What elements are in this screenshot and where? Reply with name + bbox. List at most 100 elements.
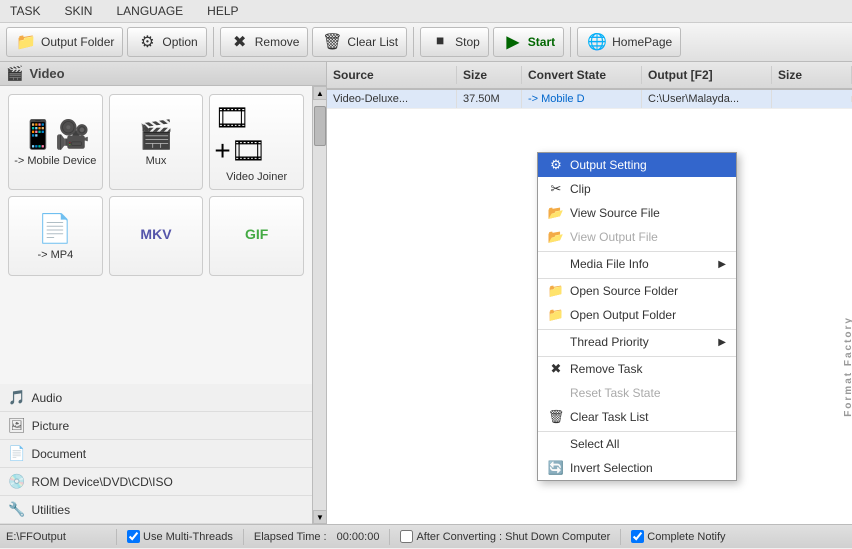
multithreads-checkbox-group: Use Multi-Threads [127,530,233,543]
video-icon: 🎬 [6,65,23,82]
cm-remove-task[interactable]: ✖ Remove Task [538,356,736,381]
cm-invert-selection-label: Invert Selection [570,461,653,475]
cm-view-output-label: View Output File [570,230,658,244]
cm-invert-selection[interactable]: 🔄 Invert Selection [538,456,736,480]
grid-cell-mobile[interactable]: 📱🎥 -> Mobile Device [8,94,103,190]
grid-cell-mux[interactable]: 🎬 Mux [109,94,204,190]
video-joiner-icon: 🎞+🎞 [214,101,299,167]
elapsed-label: Elapsed Time : [254,531,327,543]
reset-task-icon [548,385,564,401]
status-sep-4 [620,529,621,545]
category-document[interactable]: 📄 Document [0,440,312,468]
multithreads-checkbox[interactable] [127,530,140,543]
category-audio[interactable]: 🎵 Audio [0,384,312,412]
table-row[interactable]: Video-Deluxe... 37.50M -> Mobile D C:\Us… [327,90,852,109]
notify-checkbox[interactable] [631,530,644,543]
cm-output-setting[interactable]: ⚙ Output Setting [538,153,736,177]
status-sep-2 [243,529,244,545]
left-scrollbar[interactable]: ▲ ▼ [312,86,326,524]
cm-clip-label: Clip [570,182,591,196]
td-state: -> Mobile D [522,90,642,108]
option-button[interactable]: ⚙ Option [127,27,206,57]
main-content: 🎬 Video 📱🎥 -> Mobile Device 🎬 Mux 🎞+🎞 [0,62,852,524]
cm-open-source-folder[interactable]: 📁 Open Source Folder [538,278,736,303]
cm-select-all[interactable]: Select All [538,431,736,456]
picture-label: Picture [32,419,69,433]
scroll-down-button[interactable]: ▼ [313,510,326,524]
cm-open-output-folder[interactable]: 📁 Open Output Folder [538,303,736,327]
folder-icon: 📁 [15,31,37,53]
category-rom[interactable]: 💿 ROM Device\DVD\CD\ISO [0,468,312,496]
cm-select-all-label: Select All [570,437,619,451]
thread-priority-arrow: ▶ [718,337,726,348]
clear-list-button[interactable]: 🗑 Clear List [312,27,407,57]
scroll-thumb[interactable] [314,106,326,146]
thread-priority-icon [548,334,564,350]
toolbar-separator-2 [413,27,414,57]
output-setting-icon: ⚙ [548,157,564,173]
stop-label: Stop [455,35,480,49]
th-convert-state: Convert State [522,66,642,84]
toolbar: 📁 Output Folder ⚙ Option ✖ Remove 🗑 Clea… [0,23,852,62]
status-sep-3 [389,529,390,545]
output-folder-button[interactable]: 📁 Output Folder [6,27,123,57]
shutdown-checkbox[interactable] [400,530,413,543]
category-utilities[interactable]: 🔧 Utilities [0,496,312,524]
cm-clip[interactable]: ✂ Clip [538,177,736,201]
output-folder-label: Output Folder [41,35,114,49]
option-label: Option [162,35,197,49]
cm-open-output-folder-label: Open Output Folder [570,308,676,322]
media-info-icon [548,256,564,272]
start-button[interactable]: ▶ Start [493,27,564,57]
th-size2: Size [772,66,852,84]
homepage-icon: 🌐 [586,31,608,53]
cm-media-info-label: Media File Info [570,257,649,271]
menu-language[interactable]: LANGUAGE [110,2,189,20]
category-picture[interactable]: 🖼 Picture [0,412,312,440]
cm-thread-priority-label: Thread Priority [570,335,649,349]
cm-clear-task-list[interactable]: 🗑 Clear Task List [538,405,736,429]
mkv-icon: MKV [140,226,171,242]
cm-media-info[interactable]: Media File Info ▶ [538,251,736,276]
document-icon: 📄 [8,445,25,462]
grid-cell-gif[interactable]: GIF [209,196,304,276]
homepage-label: HomePage [612,35,672,49]
stop-button[interactable]: ⏹ Stop [420,27,489,57]
homepage-button[interactable]: 🌐 HomePage [577,27,681,57]
categories: 🎵 Audio 🖼 Picture 📄 Document 💿 ROM Devic… [0,384,312,524]
grid-cell-mp4[interactable]: 📄 -> MP4 [8,196,103,276]
menu-help[interactable]: HELP [201,2,244,20]
rom-icon: 💿 [8,473,25,490]
scroll-up-button[interactable]: ▲ [313,86,326,100]
grid-cell-joiner[interactable]: 🎞+🎞 Video Joiner [209,94,304,190]
clear-task-icon: 🗑 [548,409,564,425]
remove-icon: ✖ [229,31,251,53]
toolbar-separator-3 [570,27,571,57]
cm-view-source-label: View Source File [570,206,660,220]
clear-list-label: Clear List [347,35,398,49]
elapsed-value: 00:00:00 [337,531,380,543]
mux-label: Mux [146,155,167,167]
picture-icon: 🖼 [8,417,26,434]
remove-button[interactable]: ✖ Remove [220,27,309,57]
mobile-device-label: -> Mobile Device [14,155,96,167]
cm-thread-priority[interactable]: Thread Priority ▶ [538,329,736,354]
notify-checkbox-group: Complete Notify [631,530,725,543]
cm-view-source[interactable]: 📂 View Source File [538,201,736,225]
document-label: Document [31,447,86,461]
utilities-icon: 🔧 [8,501,25,518]
clear-list-icon: 🗑 [321,31,343,53]
panel-title: Video [29,66,64,81]
remove-label: Remove [255,35,300,49]
cm-reset-task: Reset Task State [538,381,736,405]
notify-label: Complete Notify [647,531,725,543]
select-all-icon [548,436,564,452]
view-output-icon: 📂 [548,229,564,245]
cm-view-output: 📂 View Output File [538,225,736,249]
audio-label: Audio [31,391,62,405]
grid-cell-mkv[interactable]: MKV [109,196,204,276]
menu-skin[interactable]: SKIN [58,2,98,20]
context-menu: ⚙ Output Setting ✂ Clip 📂 View Source Fi… [537,152,737,481]
menu-task[interactable]: TASK [4,2,46,20]
menubar: TASK SKIN LANGUAGE HELP [0,0,852,23]
